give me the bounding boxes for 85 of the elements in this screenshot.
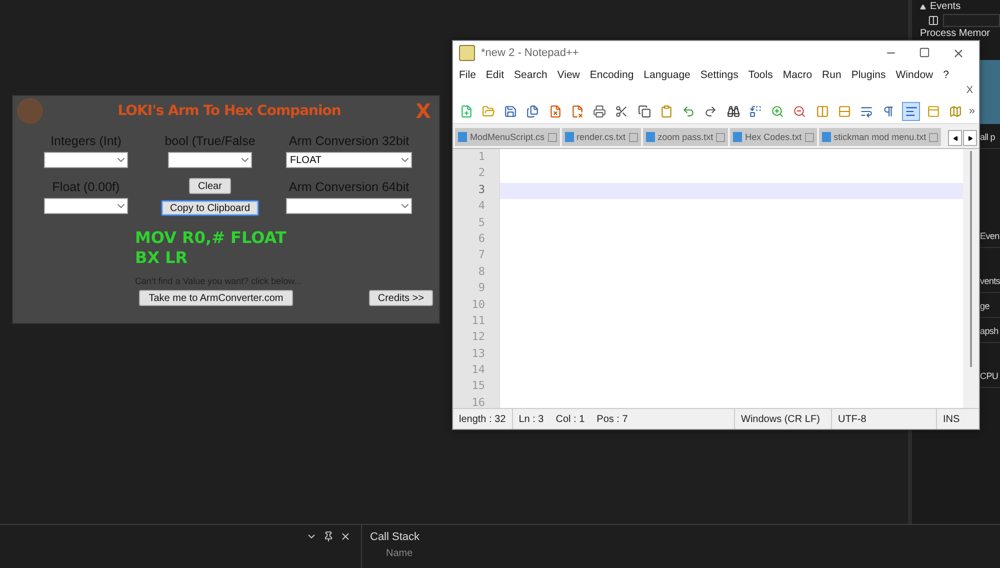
column-header: Name [385, 548, 414, 559]
panel-header: Events [930, 1, 961, 12]
file-tab[interactable]: zoom pass.txt [642, 128, 728, 146]
menu-item[interactable]: Run [822, 69, 842, 81]
file-tab[interactable]: stickman mod menu.txt [818, 128, 942, 146]
status-text: Ln : 3 [518, 414, 544, 424]
output-text: MOV R0,# FLOAT BX LR [134, 228, 288, 268]
more-button[interactable]: » [968, 105, 975, 117]
indent-guide-icon[interactable] [902, 102, 920, 120]
status-text: length : 32 [459, 414, 506, 424]
dropdown[interactable] [44, 198, 128, 214]
clear-button[interactable]: Clear [189, 178, 231, 194]
file-tab[interactable]: ModMenuScript.cs [455, 128, 560, 146]
menu-item[interactable]: Edit [486, 69, 504, 81]
avatar [17, 98, 43, 124]
line-number: 13 [470, 346, 486, 362]
line-number: 8 [477, 264, 486, 280]
close-icon[interactable] [952, 46, 965, 60]
right-arrow-icon [968, 136, 972, 140]
maximize-icon[interactable] [919, 46, 930, 58]
line-number: 4 [477, 199, 486, 214]
status-text: Pos : 7 [596, 414, 628, 424]
section-header: Process Memor [920, 28, 990, 39]
line-number: 9 [477, 281, 486, 296]
file-tab[interactable]: render.cs.txt [562, 128, 641, 146]
file-tab[interactable]: Hex Codes.txt [730, 128, 817, 146]
window-title: *new 2 - Notepad++ [481, 47, 580, 59]
document-icon [564, 132, 574, 142]
panel-row-text: apsh [980, 326, 998, 336]
line-number: 3 [477, 182, 486, 198]
menu-item[interactable]: Tools [748, 69, 773, 81]
document-icon [733, 132, 742, 142]
dropdown[interactable] [44, 152, 128, 168]
scrollbar[interactable] [970, 151, 972, 367]
window-title: LOKI's Arm To Hex Companion [116, 103, 342, 119]
document-icon [458, 132, 467, 142]
link-button[interactable]: Take me to ArmConverter.com [139, 290, 293, 306]
dropdown[interactable] [168, 152, 252, 168]
left-arrow-icon [952, 136, 958, 140]
status-text: Windows (CR LF) [741, 414, 820, 424]
close-icon[interactable] [340, 531, 351, 542]
panel-title: Call Stack [370, 531, 421, 543]
copy-button[interactable]: Copy to Clipboard [160, 200, 260, 216]
columns-icon[interactable] [928, 14, 939, 26]
credits-button[interactable]: Credits >> [368, 290, 433, 306]
menu-item[interactable]: Plugins [851, 69, 886, 81]
line-number: 7 [477, 248, 486, 264]
line-number: 10 [470, 298, 486, 313]
line-number: 1 [477, 150, 486, 165]
app-icon [459, 45, 475, 61]
menu-item[interactable]: View [557, 69, 580, 81]
close-document-button[interactable]: X [966, 85, 973, 99]
panel-row-text: ge [980, 301, 990, 311]
input-field[interactable] [942, 14, 1000, 26]
menu-item[interactable]: Encoding [590, 69, 634, 81]
dropdown[interactable]: FLOAT [286, 152, 412, 168]
panel-row-text: Even [980, 231, 1000, 241]
line-number: 14 [470, 363, 486, 378]
scroll-left-button[interactable] [948, 130, 962, 146]
menu-item[interactable]: File [459, 69, 476, 81]
menu-item[interactable]: Macro [782, 69, 812, 81]
panel-row-text: CPU [980, 371, 998, 381]
line-number: 5 [477, 216, 486, 231]
menu-item[interactable]: ? [943, 69, 949, 81]
line-number: 11 [470, 314, 486, 329]
menu-item[interactable]: Window [896, 69, 934, 81]
pin-icon[interactable] [323, 531, 334, 542]
document-icon [822, 132, 831, 142]
status-text: UTF-8 [838, 414, 866, 424]
menu-item[interactable]: Search [514, 69, 548, 81]
line-number: 16 [470, 396, 486, 408]
document-icon [646, 132, 655, 142]
menu-item[interactable]: Settings [700, 69, 738, 81]
panel-row-text: vents [980, 276, 1000, 286]
panel-row-text: all p [980, 132, 996, 142]
scroll-right-button[interactable] [963, 130, 977, 146]
line-number: 12 [470, 330, 486, 346]
status-text: INS [943, 414, 960, 424]
status-text: Col : 1 [556, 414, 585, 424]
menu-item[interactable]: Language [644, 69, 690, 81]
line-number: 2 [477, 166, 486, 182]
line-number: 15 [470, 379, 486, 394]
triangle-icon [920, 4, 926, 10]
line-number: 6 [477, 232, 486, 247]
dropdown[interactable] [286, 198, 412, 214]
